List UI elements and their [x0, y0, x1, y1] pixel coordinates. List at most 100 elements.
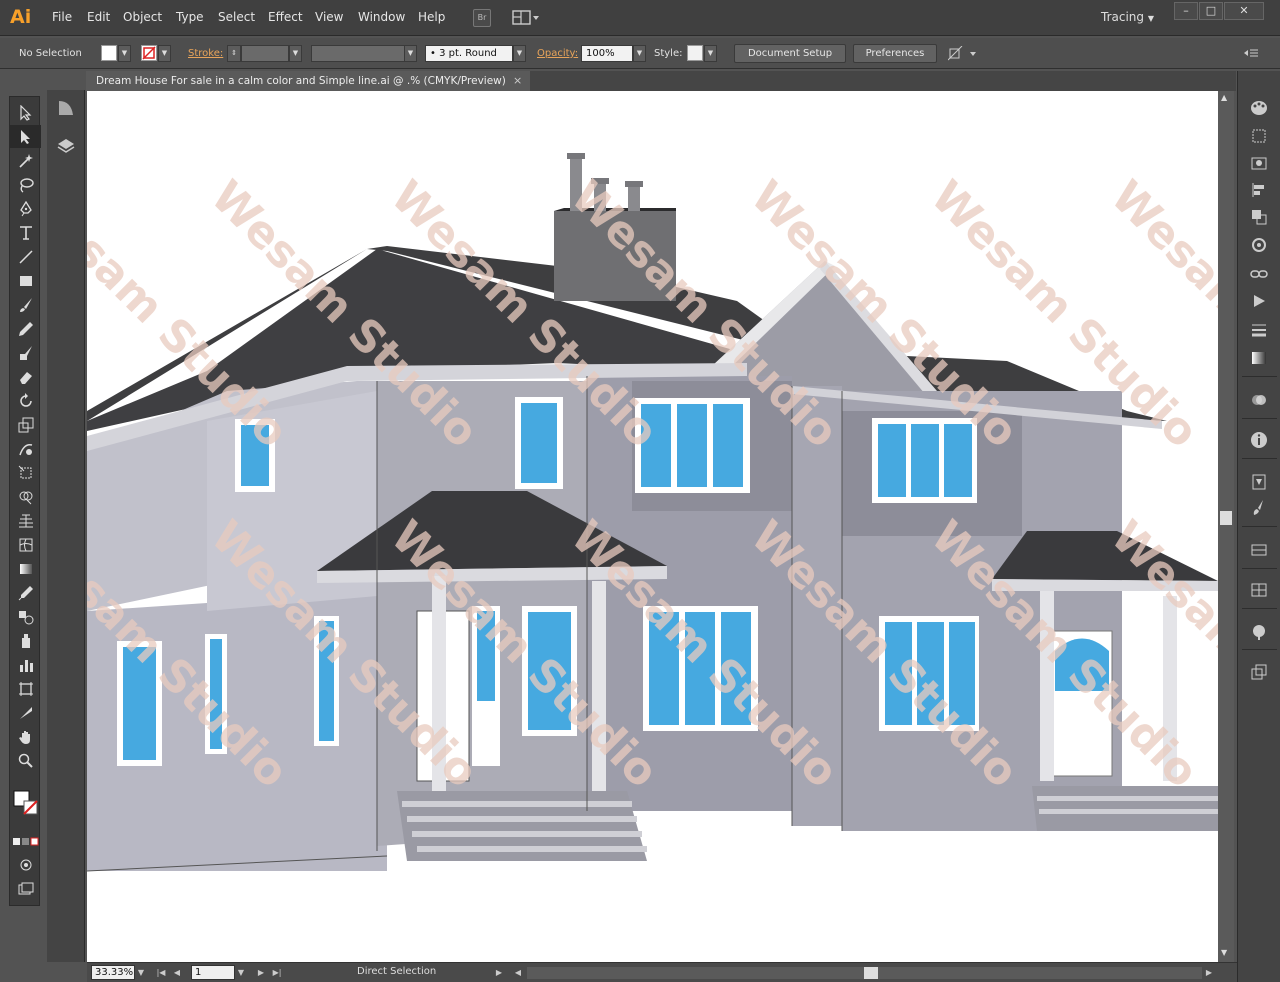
line-tool[interactable]: [10, 245, 41, 268]
brush-dropdown[interactable]: ▼: [513, 45, 526, 62]
scroll-right-icon[interactable]: ▶: [1203, 965, 1215, 980]
last-artboard-button[interactable]: ▶|: [271, 965, 283, 980]
pathfinder-icon[interactable]: [1250, 208, 1268, 226]
artboards-icon[interactable]: [1250, 541, 1268, 559]
arrange-options-button[interactable]: [947, 45, 978, 62]
menu-file[interactable]: File: [52, 10, 72, 24]
fill-stroke-selector[interactable]: [12, 789, 39, 819]
document-close-button[interactable]: ×: [513, 71, 522, 91]
selection-tool[interactable]: [10, 101, 41, 124]
stroke-lines-icon[interactable]: [1250, 321, 1268, 339]
warp-tool[interactable]: [10, 437, 41, 460]
shape-builder-tool[interactable]: [10, 485, 41, 508]
minimize-button[interactable]: –: [1174, 2, 1198, 20]
layers-comp-icon[interactable]: [1250, 663, 1268, 681]
vertical-scroll-thumb[interactable]: [1220, 511, 1232, 525]
stroke-color-dropdown[interactable]: ▼: [158, 45, 171, 62]
variable-width-dropdown[interactable]: ▼: [404, 45, 417, 62]
lasso-tool[interactable]: [10, 173, 41, 196]
symbols-icon[interactable]: [1250, 623, 1268, 641]
workspace-switcher[interactable]: Tracing ▼: [1101, 10, 1154, 24]
image-trace-icon[interactable]: [1250, 153, 1268, 171]
transparency-icon[interactable]: [1250, 391, 1268, 409]
eyedropper-tool[interactable]: [10, 581, 41, 604]
graphic-styles-icon[interactable]: [1250, 473, 1268, 491]
preferences-button[interactable]: Preferences: [853, 44, 937, 63]
paintbrush-tool[interactable]: [10, 293, 41, 316]
mesh-tool[interactable]: [10, 533, 41, 556]
control-panel-menu-button[interactable]: [1243, 46, 1259, 60]
gradient-tool[interactable]: [10, 557, 41, 580]
document-tab[interactable]: Dream House For sale in a calm color and…: [86, 71, 530, 91]
stroke-weight-dropdown[interactable]: ▼: [289, 45, 302, 62]
actions-play-icon[interactable]: [1250, 292, 1268, 310]
appearance-icon[interactable]: [1250, 236, 1268, 254]
previous-artboard-button[interactable]: ◀: [171, 965, 183, 980]
scroll-up-icon[interactable]: ▲: [1221, 93, 1227, 102]
pen-tool[interactable]: [10, 197, 41, 220]
stroke-weight-stepper[interactable]: ⇕: [227, 45, 241, 62]
next-artboard-button[interactable]: ▶: [255, 965, 267, 980]
horizontal-scrollbar[interactable]: [527, 967, 1202, 979]
direct-selection-tool[interactable]: [10, 125, 41, 148]
graphic-style-dropdown[interactable]: ▼: [704, 45, 717, 62]
scale-tool[interactable]: [10, 413, 41, 436]
variable-width-profile[interactable]: [311, 45, 405, 62]
opacity-label[interactable]: Opacity:: [537, 48, 578, 59]
close-button[interactable]: ✕: [1224, 2, 1264, 20]
stroke-label[interactable]: Stroke:: [188, 48, 223, 59]
gradient-panel-icon[interactable]: [1250, 349, 1268, 367]
vertical-scrollbar[interactable]: ▲ ▼: [1218, 91, 1234, 962]
opacity-field[interactable]: 100%: [581, 45, 633, 62]
scroll-left-icon[interactable]: ◀: [512, 965, 524, 980]
blend-tool[interactable]: [10, 605, 41, 628]
document-setup-button[interactable]: Document Setup: [734, 44, 846, 63]
artboard-dropdown[interactable]: ▼: [235, 965, 247, 980]
maximize-button[interactable]: □: [1199, 2, 1223, 20]
slice-tool[interactable]: [10, 701, 41, 724]
menu-help[interactable]: Help: [418, 10, 445, 24]
graphic-style-swatch[interactable]: [687, 45, 703, 61]
zoom-dropdown[interactable]: ▼: [135, 965, 147, 980]
column-graph-tool[interactable]: [10, 653, 41, 676]
fill-swatch[interactable]: [101, 45, 117, 61]
draw-mode-tool[interactable]: [10, 853, 41, 876]
rectangle-tool[interactable]: [10, 269, 41, 292]
zoom-tool[interactable]: [10, 749, 41, 772]
links-icon[interactable]: [1250, 265, 1268, 283]
type-tool[interactable]: [10, 221, 41, 244]
stroke-panel-icon[interactable]: [56, 98, 76, 118]
screen-mode-tool[interactable]: [10, 877, 41, 900]
align-icon[interactable]: [1250, 181, 1268, 199]
menu-object[interactable]: Object: [123, 10, 162, 24]
artboard-tool[interactable]: [10, 677, 41, 700]
artboard-canvas[interactable]: Wesam Studio Wesam Studio Wesam Studio W…: [87, 91, 1218, 962]
pencil-tool[interactable]: [10, 317, 41, 340]
eraser-tool[interactable]: [10, 365, 41, 388]
menu-select[interactable]: Select: [218, 10, 255, 24]
hand-tool[interactable]: [10, 725, 41, 748]
brush-definition[interactable]: • 3 pt. Round: [425, 45, 513, 62]
fill-dropdown[interactable]: ▼: [118, 45, 131, 62]
rotate-tool[interactable]: [10, 389, 41, 412]
arrange-documents-button[interactable]: [512, 10, 540, 26]
opacity-dropdown[interactable]: ▼: [633, 45, 646, 62]
color-palette-icon[interactable]: [1250, 99, 1268, 117]
horizontal-scroll-thumb[interactable]: [864, 967, 878, 979]
layers-panel-icon[interactable]: [56, 136, 76, 156]
free-transform-tool[interactable]: [10, 461, 41, 484]
menu-view[interactable]: View: [315, 10, 343, 24]
artboard-number-field[interactable]: 1: [191, 965, 235, 980]
menu-window[interactable]: Window: [358, 10, 405, 24]
stroke-swatch[interactable]: [141, 45, 157, 61]
menu-type[interactable]: Type: [176, 10, 204, 24]
blob-brush-tool[interactable]: [10, 341, 41, 364]
info-icon[interactable]: [1250, 431, 1268, 449]
perspective-grid-tool[interactable]: [10, 509, 41, 532]
brushes-icon[interactable]: [1250, 499, 1268, 517]
color-mode-buttons[interactable]: [12, 837, 39, 847]
transform-icon[interactable]: [1250, 127, 1268, 145]
status-menu-button[interactable]: ▶: [493, 965, 505, 980]
first-artboard-button[interactable]: |◀: [155, 965, 167, 980]
stroke-weight-field[interactable]: [241, 45, 289, 62]
